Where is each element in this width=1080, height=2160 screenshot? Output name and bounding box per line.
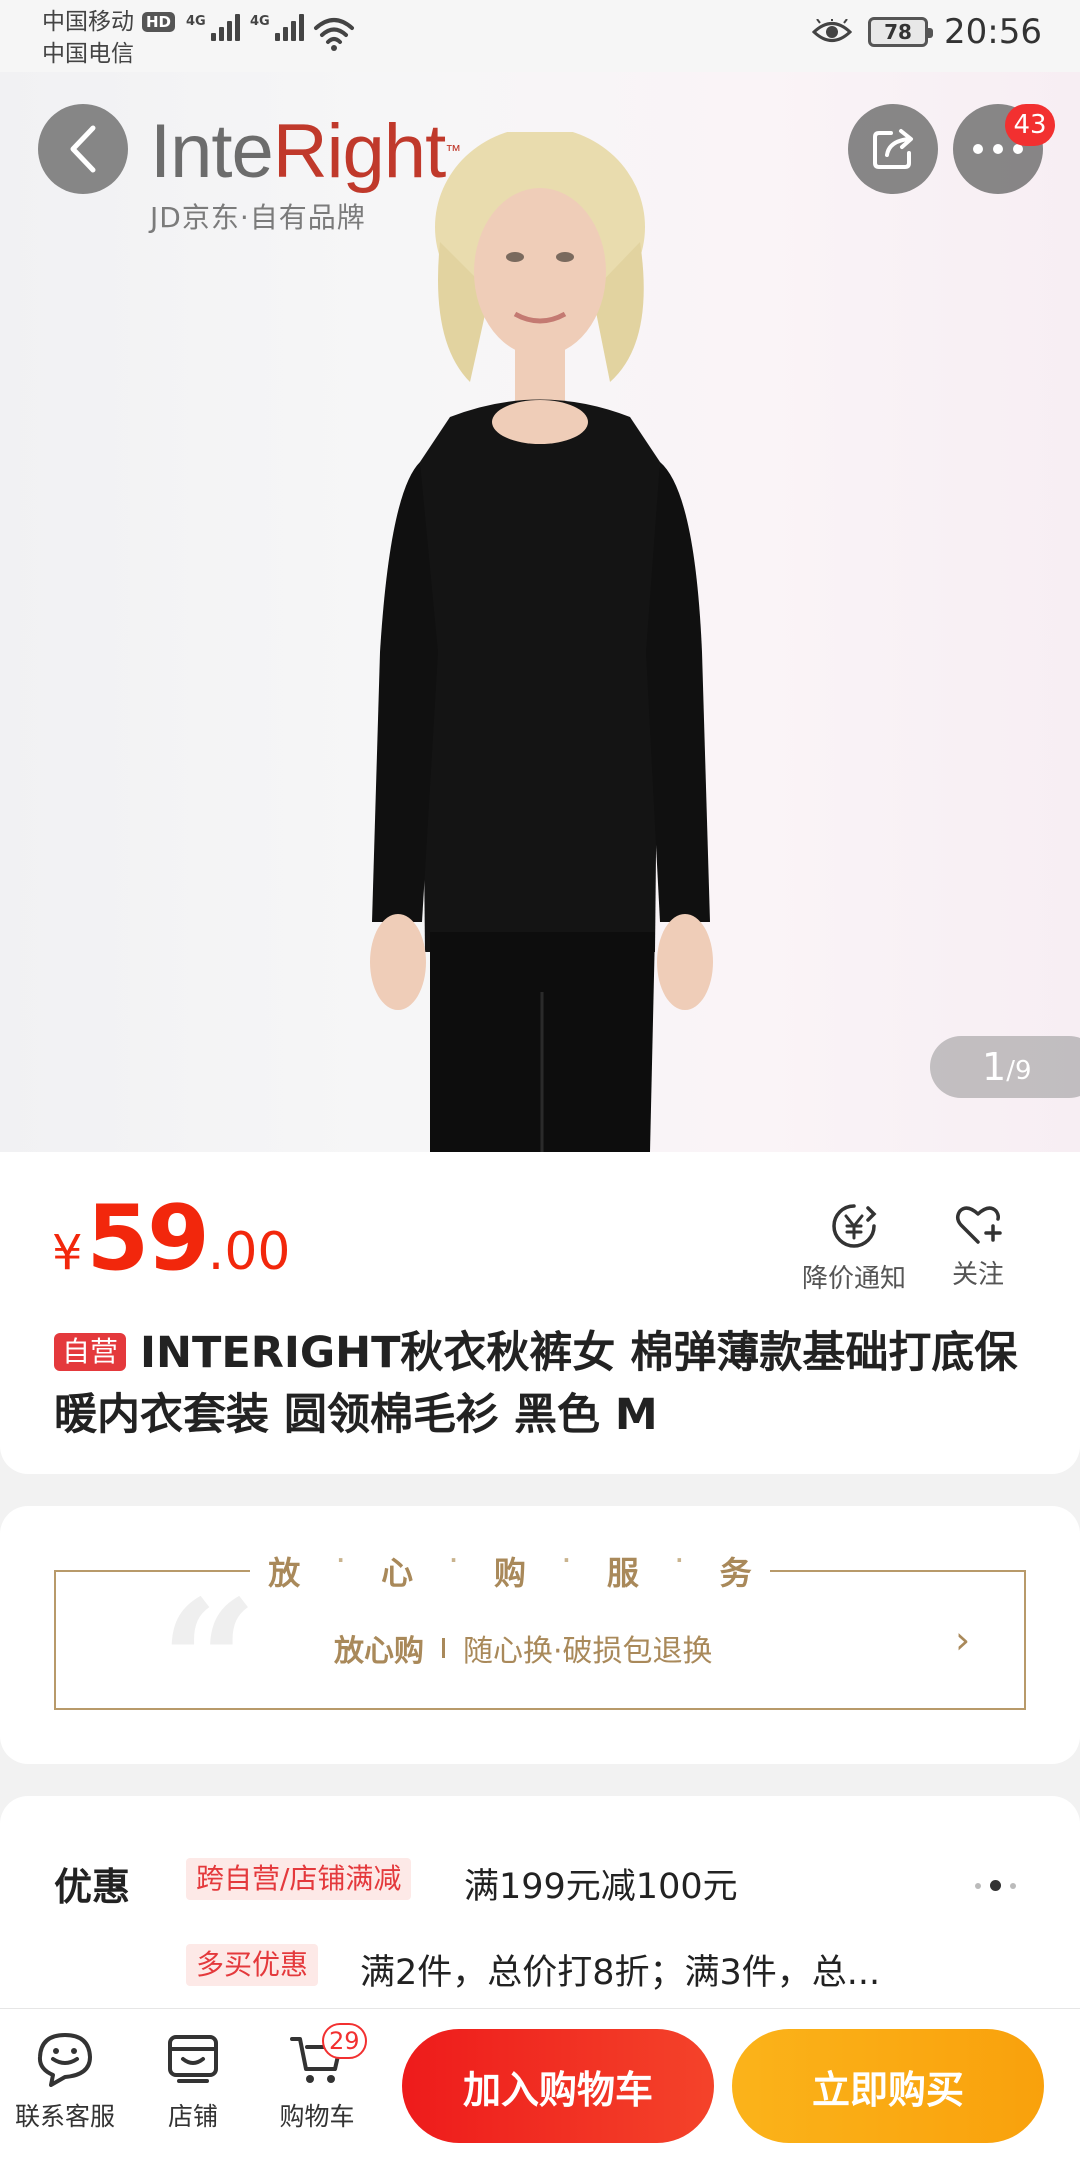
service-header-char: 购 — [493, 1554, 526, 1592]
product-info-card: ¥ 59 .00 降价通知 关注 自营 INTERIGHT秋衣秋裤女 棉弹薄款基础… — [0, 1152, 1080, 1474]
battery-level: 78 — [884, 20, 912, 44]
price: ¥ 59 .00 — [52, 1186, 291, 1291]
follow-button[interactable]: 关注 — [952, 1202, 1004, 1291]
price-alert-button[interactable]: 降价通知 — [802, 1202, 906, 1295]
add-to-cart-button[interactable]: 加入购物车 — [402, 2029, 714, 2143]
message-count-badge: 43 — [1005, 104, 1055, 146]
service-header-char: 服 — [606, 1554, 639, 1592]
carrier-1: 中国移动 — [42, 9, 134, 35]
carrier-info: 中国移动 HD 中国电信 — [42, 6, 176, 70]
hd-badge: HD — [142, 12, 176, 32]
price-decimal: .00 — [207, 1222, 291, 1282]
price-integer: 59 — [86, 1186, 210, 1291]
more-dots-icon — [973, 144, 1023, 154]
cart-count-badge: 29 — [322, 2023, 367, 2059]
promo-tag-1: 跨自营/店铺满减 — [186, 1858, 412, 1900]
status-right: 78 20:56 — [812, 12, 1042, 52]
shop-button[interactable]: 店铺 — [148, 2031, 238, 2133]
promo-tag-2: 多买优惠 — [186, 1944, 319, 1986]
service-card[interactable]: 放 · 心 · 购 · 服 · 务 “ 放心购 随心换·破损包退换 › — [0, 1506, 1080, 1764]
service-header: 放 · 心 · 购 · 服 · 务 — [250, 1548, 770, 1594]
customer-service-label: 联系客服 — [14, 2102, 115, 2131]
heart-add-icon — [956, 1206, 1002, 1244]
price-alert-icon — [832, 1204, 877, 1248]
shop-icon — [168, 2035, 218, 2083]
quote-mark-icon: “ — [160, 1563, 258, 1763]
chevron-right-icon: › — [955, 1618, 971, 1662]
signal-icon-1: 4G — [186, 14, 240, 41]
back-button[interactable] — [38, 104, 128, 194]
carrier-row-2: 中国电信 — [42, 38, 175, 70]
brand-name-part1: Inte — [150, 109, 274, 194]
product-title: 自营 INTERIGHT秋衣秋裤女 棉弹薄款基础打底保暖内衣套装 圆领棉毛衫 黑色… — [54, 1322, 1044, 1446]
clock: 20:56 — [944, 12, 1042, 52]
wifi-icon — [314, 18, 354, 51]
eye-comfort-icon — [812, 19, 853, 42]
customer-service-icon — [37, 2033, 92, 2087]
service-header-separator: · — [449, 1548, 458, 1572]
share-icon — [873, 129, 913, 169]
bottom-action-bar: 联系客服 店铺 购物车 29 加入购物车 立即购买 — [0, 2008, 1080, 2160]
network-type-1: 4G — [186, 14, 206, 29]
promo-title: 优惠 — [54, 1865, 131, 1909]
service-header-char: 务 — [719, 1554, 752, 1592]
image-pager: 1/9 — [930, 1036, 1080, 1098]
service-header-separator: · — [562, 1548, 571, 1572]
network-type-2: 4G — [250, 14, 270, 29]
promo-pager-dots — [975, 1880, 1016, 1891]
pager-current: 1 — [982, 1045, 1007, 1089]
service-detail: 随心换·破损包退换 — [463, 1634, 713, 1669]
battery-icon: 78 — [868, 17, 934, 47]
service-line: 放心购 随心换·破损包退换 — [334, 1626, 713, 1670]
promo-text-2: 满2件，总价打8折；满3件，总... — [360, 1953, 881, 1993]
customer-service-button[interactable]: 联系客服 — [10, 2031, 120, 2133]
service-header-separator: · — [675, 1548, 684, 1572]
buy-now-button[interactable]: 立即购买 — [732, 2029, 1044, 2143]
service-header-char: 放 — [268, 1554, 301, 1592]
service-divider — [442, 1638, 445, 1658]
service-header-char: 心 — [381, 1554, 414, 1592]
service-strong: 放心购 — [334, 1634, 424, 1669]
price-alert-label: 降价通知 — [802, 1264, 907, 1294]
price-currency: ¥ — [52, 1225, 83, 1281]
promo-text-1: 满199元减100元 — [464, 1867, 738, 1907]
carrier-row-1: 中国移动 HD — [42, 6, 176, 38]
self-operated-tag: 自营 — [54, 1333, 127, 1371]
cart-label: 购物车 — [279, 2102, 355, 2131]
status-bar: 中国移动 HD 中国电信 4G 4G 78 20:56 — [0, 0, 1080, 72]
follow-label: 关注 — [952, 1260, 1005, 1290]
service-header-separator: · — [336, 1548, 345, 1572]
app-root: 中国移动 HD 中国电信 4G 4G 78 20:56 InteRight™ J… — [0, 0, 1080, 2160]
product-image-carousel[interactable]: InteRight™ JD京东·自有品牌 43 1 /9 — [0, 72, 1080, 1152]
signal-icon-2: 4G — [250, 14, 304, 41]
share-button[interactable] — [848, 104, 938, 194]
carrier-2: 中国电信 — [42, 41, 134, 67]
product-title-text: INTERIGHT秋衣秋裤女 棉弹薄款基础打底保暖内衣套装 圆领棉毛衫 黑色 M — [54, 1328, 1018, 1440]
back-arrow-icon — [70, 125, 96, 173]
product-photo — [370, 132, 713, 1152]
pager-total: /9 — [1006, 1056, 1032, 1086]
shop-label: 店铺 — [167, 2102, 218, 2131]
